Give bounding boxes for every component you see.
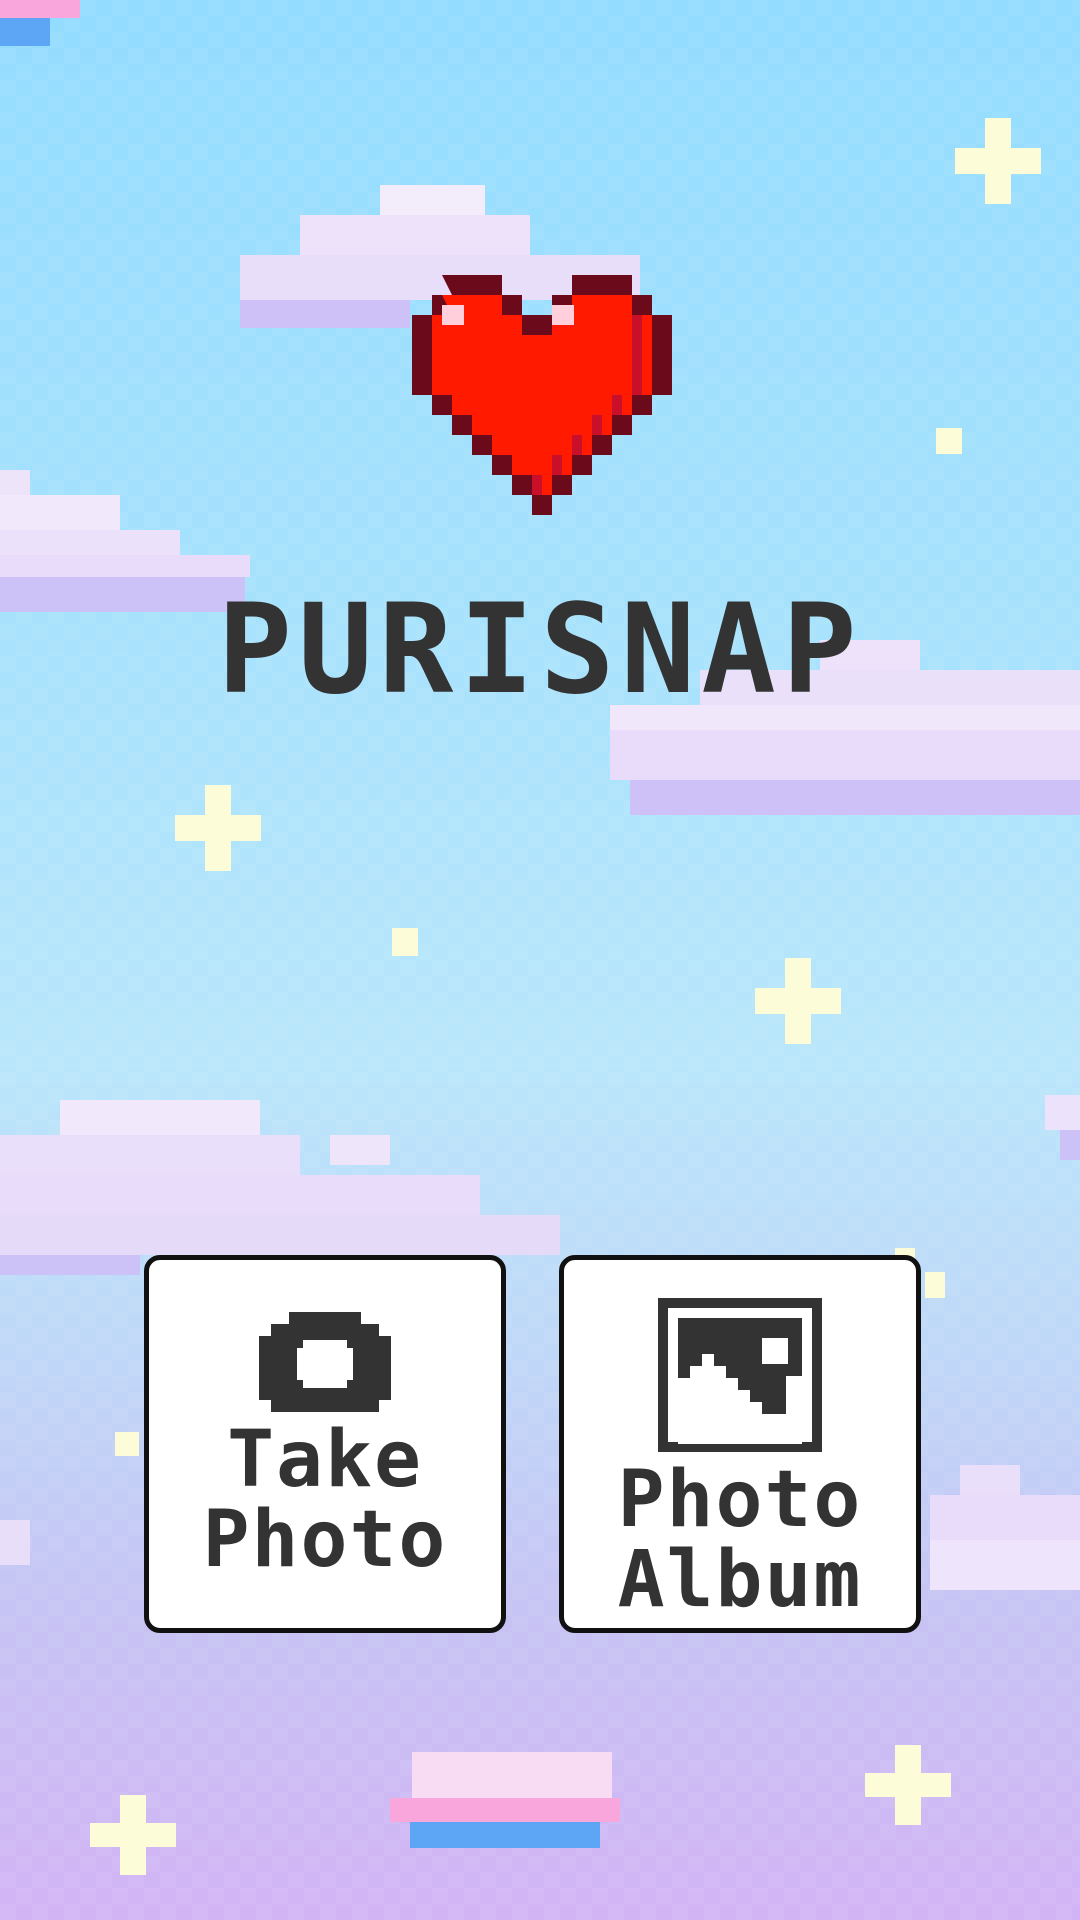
platform-top-left [0,0,80,46]
photo-album-button[interactable]: Photo Album [559,1255,921,1633]
cloud-lower-left [0,1100,560,1275]
platform-bottom [390,1752,620,1848]
take-photo-label-line2: Photo [202,1495,448,1585]
photo-album-label-line1: Photo [617,1455,863,1545]
photo-album-label-line2: Album [617,1535,863,1625]
cloud-right-edge [930,1095,1080,1590]
cloud-left-edge [0,1520,30,1565]
take-photo-label-line1: Take [227,1415,423,1505]
photo-album-label: Photo Album [564,1460,916,1620]
pixel-heart-icon [412,275,672,515]
app-title: PURISNAP [217,578,863,722]
image-icon [658,1298,822,1452]
take-photo-button[interactable]: Take Photo [144,1255,506,1633]
take-photo-label: Take Photo [149,1420,501,1580]
camera-icon [259,1312,391,1412]
